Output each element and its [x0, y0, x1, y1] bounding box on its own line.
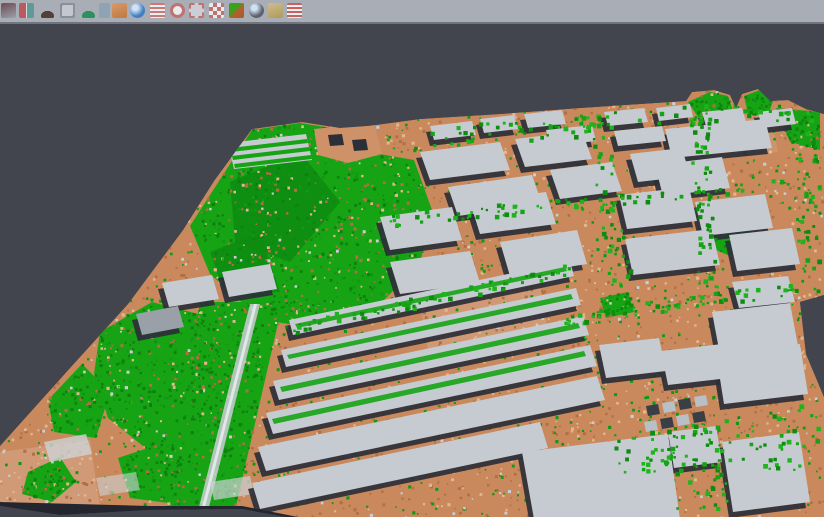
terrain-brown-icon[interactable] — [40, 3, 55, 18]
open-project-icon[interactable] — [1, 3, 16, 18]
clip-box-icon[interactable] — [209, 3, 224, 18]
globe-icon[interactable] — [130, 3, 145, 18]
ortho-image-icon[interactable] — [112, 3, 127, 18]
layers-icon[interactable] — [150, 3, 165, 18]
target-circle-icon[interactable] — [170, 3, 185, 18]
point-cloud-scene[interactable] — [0, 2, 824, 517]
selection-box-icon[interactable] — [189, 3, 204, 18]
point-cloud-icon[interactable] — [60, 3, 75, 18]
classification-icon[interactable] — [229, 3, 244, 18]
import-cloud-icon[interactable] — [19, 3, 34, 18]
side-panel-icon[interactable] — [99, 3, 110, 18]
3d-viewport[interactable] — [0, 22, 824, 517]
toolbar — [0, 0, 824, 24]
app-window — [0, 0, 824, 517]
render-sphere-icon[interactable] — [249, 3, 264, 18]
terrain-green-icon[interactable] — [81, 3, 96, 18]
flag-icon[interactable] — [287, 3, 302, 18]
swap-views-icon[interactable] — [268, 3, 283, 18]
